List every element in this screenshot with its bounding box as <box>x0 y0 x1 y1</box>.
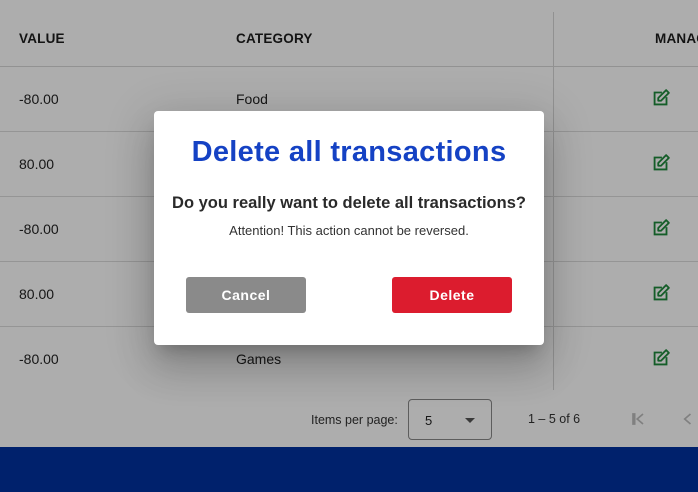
dialog-title: Delete all transactions <box>191 136 507 168</box>
dialog-warning: Attention! This action cannot be reverse… <box>229 223 469 238</box>
dialog-question: Do you really want to delete all transac… <box>172 194 526 212</box>
delete-button[interactable]: Delete <box>392 277 512 313</box>
cancel-button[interactable]: Cancel <box>186 277 306 313</box>
delete-all-dialog: Delete all transactions Do you really wa… <box>154 111 544 345</box>
